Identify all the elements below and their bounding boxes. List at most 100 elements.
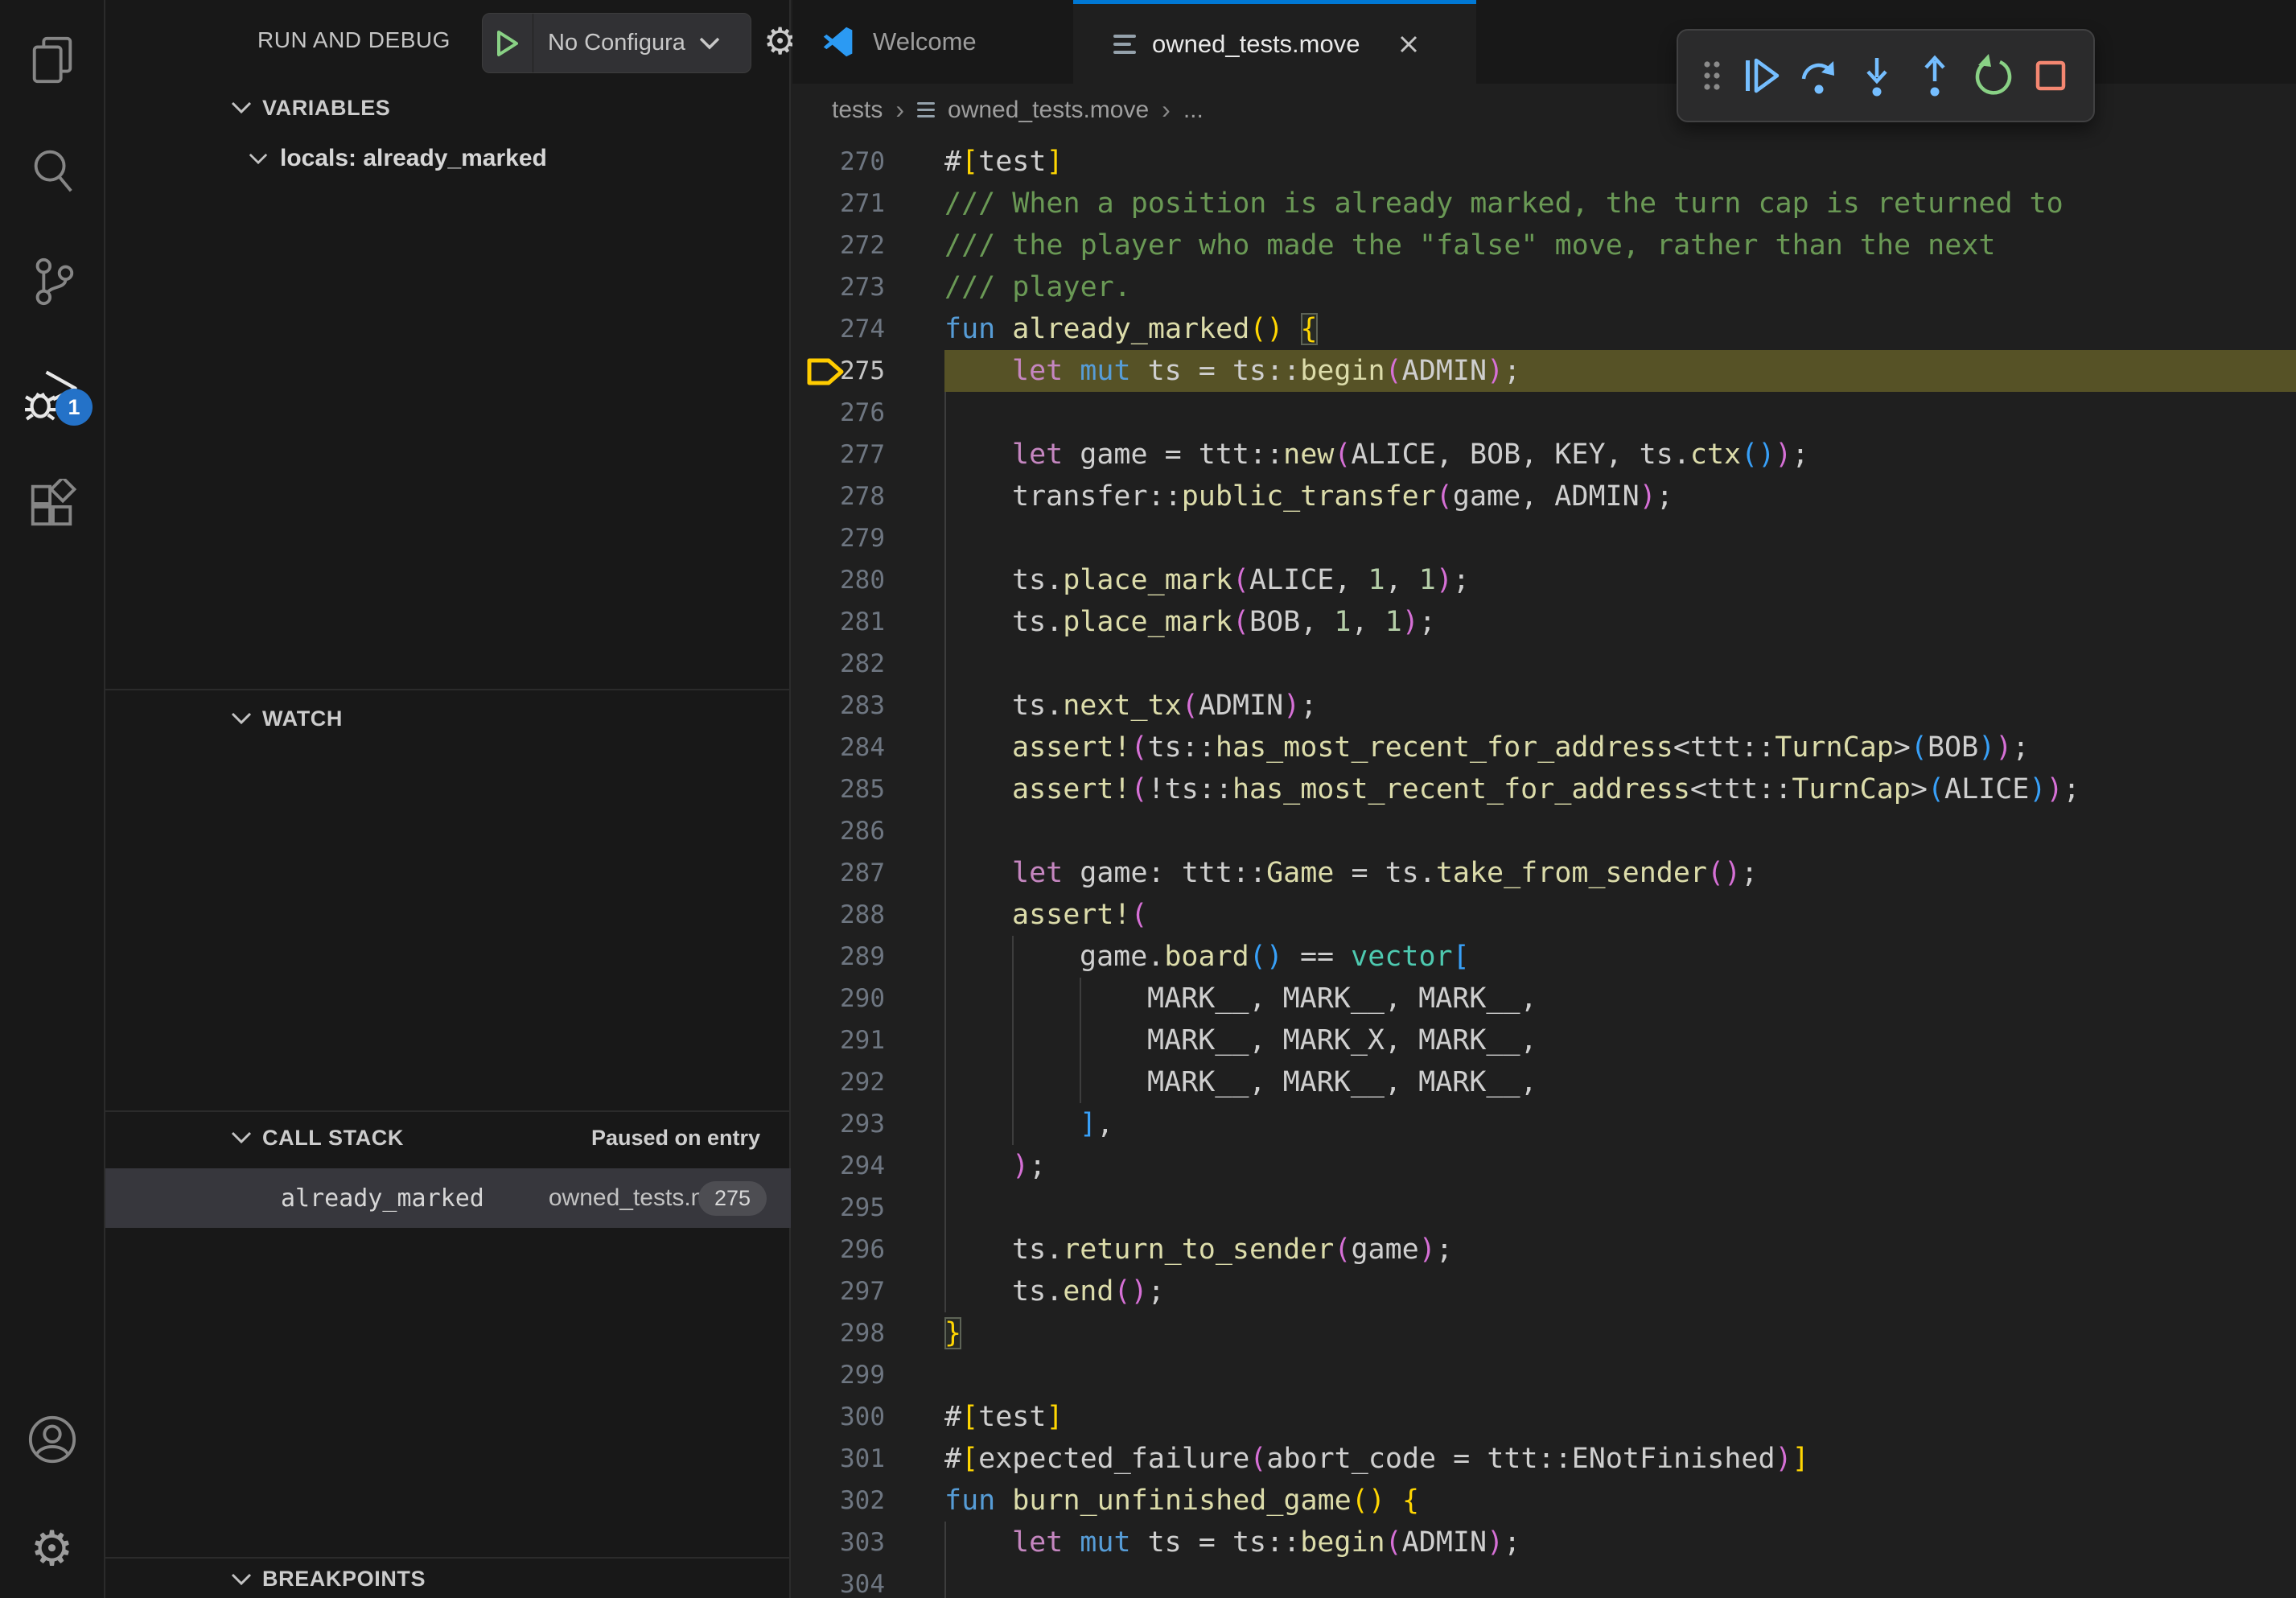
line-number[interactable]: 297 [840, 1271, 885, 1312]
line-gutter[interactable]: 300 [792, 1396, 944, 1438]
line-number[interactable]: 289 [840, 936, 885, 978]
code-line[interactable]: 272/// the player who made the "false" m… [792, 224, 2296, 266]
code-line[interactable]: 289game.board() == vector[ [792, 936, 2296, 978]
line-gutter[interactable]: 297 [792, 1271, 944, 1312]
settings-gear-icon[interactable]: ⚙ [0, 1507, 104, 1591]
drag-handle-icon[interactable] [1696, 51, 1728, 101]
line-gutter[interactable]: 278 [792, 476, 944, 517]
code-line[interactable]: 290MARK__, MARK__, MARK__, [792, 978, 2296, 1019]
line-number[interactable]: 287 [840, 852, 885, 894]
line-number[interactable]: 273 [840, 266, 885, 308]
line-gutter[interactable]: 294 [792, 1145, 944, 1187]
call-stack-frame[interactable]: already_marked owned_tests.move 275 [105, 1168, 791, 1228]
code-line[interactable]: 280ts.place_mark(ALICE, 1, 1); [792, 559, 2296, 601]
section-header-variables[interactable]: VARIABLES [105, 83, 791, 133]
section-header-breakpoints[interactable]: BREAKPOINTS [105, 1557, 791, 1598]
line-gutter[interactable]: 296 [792, 1229, 944, 1271]
code-line[interactable]: 300#[test] [792, 1396, 2296, 1438]
code-line[interactable]: 270#[test] [792, 141, 2296, 183]
code-line[interactable]: 287let game: ttt::Game = ts.take_from_se… [792, 852, 2296, 894]
line-number[interactable]: 279 [840, 517, 885, 559]
line-gutter[interactable]: 277 [792, 434, 944, 476]
account-icon[interactable] [0, 1398, 104, 1481]
line-gutter[interactable]: 281 [792, 601, 944, 643]
code-line[interactable]: 271/// When a position is already marked… [792, 183, 2296, 224]
line-number[interactable]: 281 [840, 601, 885, 643]
line-gutter[interactable]: 276 [792, 392, 944, 434]
line-number[interactable]: 294 [840, 1145, 885, 1187]
line-gutter[interactable]: 293 [792, 1103, 944, 1145]
line-number[interactable]: 299 [840, 1354, 885, 1396]
line-number[interactable]: 302 [840, 1480, 885, 1522]
line-number[interactable]: 283 [840, 685, 885, 727]
line-gutter[interactable]: 290 [792, 978, 944, 1019]
line-number[interactable]: 286 [840, 810, 885, 852]
line-number[interactable]: 293 [840, 1103, 885, 1145]
code-line[interactable]: 285assert!(!ts::has_most_recent_for_addr… [792, 768, 2296, 810]
start-debug-icon[interactable] [483, 14, 533, 72]
breadcrumb-item[interactable]: owned_tests.move [948, 97, 1149, 124]
code-area[interactable]: 270#[test]271/// When a position is alre… [792, 136, 2296, 1598]
line-number[interactable]: 290 [840, 978, 885, 1019]
line-gutter[interactable]: 288 [792, 894, 944, 936]
line-gutter[interactable]: 286 [792, 810, 944, 852]
close-icon[interactable] [1397, 32, 1421, 56]
breadcrumb-item[interactable]: tests [832, 97, 883, 124]
line-number[interactable]: 298 [840, 1312, 885, 1354]
line-number[interactable]: 280 [840, 559, 885, 601]
run-and-debug-icon[interactable]: 1 [0, 352, 104, 435]
line-gutter[interactable]: 273 [792, 266, 944, 308]
line-number[interactable]: 303 [840, 1522, 885, 1563]
code-line[interactable]: 284assert!(ts::has_most_recent_for_addre… [792, 727, 2296, 768]
line-gutter[interactable]: 275 [792, 350, 944, 392]
code-line[interactable]: 276 [792, 392, 2296, 434]
code-line[interactable]: 273/// player. [792, 266, 2296, 308]
line-number[interactable]: 272 [840, 224, 885, 266]
code-line[interactable]: 288assert!( [792, 894, 2296, 936]
line-number[interactable]: 282 [840, 643, 885, 685]
line-gutter[interactable]: 301 [792, 1438, 944, 1480]
code-line[interactable]: 283ts.next_tx(ADMIN); [792, 685, 2296, 727]
tab-owned-tests-move[interactable]: owned_tests.move [1073, 0, 1476, 84]
line-number[interactable]: 288 [840, 894, 885, 936]
line-number[interactable]: 292 [840, 1061, 885, 1103]
code-line[interactable]: 281ts.place_mark(BOB, 1, 1); [792, 601, 2296, 643]
line-gutter[interactable]: 270 [792, 141, 944, 183]
line-gutter[interactable]: 283 [792, 685, 944, 727]
explorer-icon[interactable] [0, 18, 104, 101]
line-gutter[interactable]: 299 [792, 1354, 944, 1396]
line-number[interactable]: 277 [840, 434, 885, 476]
line-gutter[interactable]: 279 [792, 517, 944, 559]
debug-config-dropdown[interactable]: No Configura [482, 13, 751, 73]
line-gutter[interactable]: 295 [792, 1187, 944, 1229]
line-number[interactable]: 291 [840, 1019, 885, 1061]
stop-button[interactable] [2026, 51, 2076, 101]
continue-button[interactable] [1736, 51, 1786, 101]
step-over-button[interactable] [1794, 51, 1844, 101]
line-number[interactable]: 276 [840, 392, 885, 434]
line-number[interactable]: 300 [840, 1396, 885, 1438]
code-line[interactable]: 301#[expected_failure(abort_code = ttt::… [792, 1438, 2296, 1480]
code-line[interactable]: 304 [792, 1563, 2296, 1598]
line-number[interactable]: 285 [840, 768, 885, 810]
code-line[interactable]: 292MARK__, MARK__, MARK__, [792, 1061, 2296, 1103]
line-gutter[interactable]: 304 [792, 1563, 944, 1598]
code-line[interactable]: 297ts.end(); [792, 1271, 2296, 1312]
line-number[interactable]: 274 [840, 308, 885, 350]
section-header-watch[interactable]: WATCH [105, 689, 791, 747]
line-number[interactable]: 278 [840, 476, 885, 517]
line-gutter[interactable]: 272 [792, 224, 944, 266]
code-line[interactable]: 291MARK__, MARK_X, MARK__, [792, 1019, 2296, 1061]
line-number[interactable]: 301 [840, 1438, 885, 1480]
source-control-icon[interactable] [0, 240, 104, 323]
line-gutter[interactable]: 292 [792, 1061, 944, 1103]
code-line[interactable]: 302fun burn_unfinished_game() { [792, 1480, 2296, 1522]
code-line[interactable]: 282 [792, 643, 2296, 685]
variables-scope-locals[interactable]: locals: already_marked [105, 134, 791, 183]
code-line[interactable]: 279 [792, 517, 2296, 559]
code-line[interactable]: 293], [792, 1103, 2296, 1145]
code-line[interactable]: 299 [792, 1354, 2296, 1396]
line-gutter[interactable]: 271 [792, 183, 944, 224]
code-line[interactable]: 275let mut ts = ts::begin(ADMIN); [792, 350, 2296, 392]
line-gutter[interactable]: 302 [792, 1480, 944, 1522]
